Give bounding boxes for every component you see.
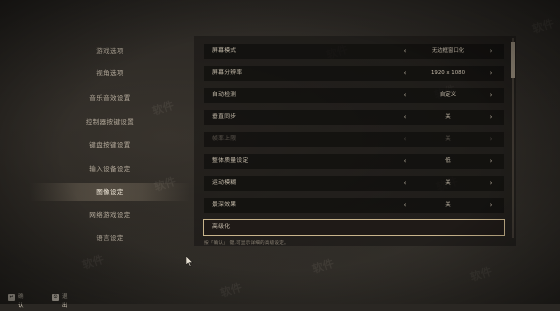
setting-row-overall-quality[interactable]: 整体质量设定 ‹ 低 › bbox=[204, 154, 504, 169]
setting-row-vsync[interactable]: 垂直同步 ‹ 关 › bbox=[204, 110, 504, 125]
setting-label: 高级化 bbox=[212, 224, 231, 230]
chevron-right-icon[interactable]: › bbox=[486, 154, 496, 169]
setting-row-screen-mode[interactable]: 屏幕模式 ‹ 无边框窗口化 › bbox=[204, 44, 504, 59]
setting-label: 垂直同步 bbox=[212, 114, 237, 120]
setting-label: 自动检测 bbox=[212, 92, 237, 98]
nav-item-graphics-settings[interactable]: 图像设定 bbox=[30, 183, 190, 201]
chevron-right-icon[interactable]: › bbox=[486, 110, 496, 125]
nav-item-game-options[interactable]: 游戏选项 bbox=[30, 42, 190, 60]
chevron-left-icon[interactable]: ‹ bbox=[400, 198, 410, 213]
setting-row-frame-limit: 帧率上限 ‹ 关 › bbox=[204, 132, 504, 147]
chevron-right-icon[interactable]: › bbox=[486, 88, 496, 103]
chevron-left-icon: ‹ bbox=[403, 135, 407, 143]
settings-scrollbar[interactable] bbox=[511, 38, 515, 238]
chevron-left-icon[interactable]: ‹ bbox=[400, 176, 410, 191]
nav-item-controller-settings[interactable]: 控制器按键设置 bbox=[30, 113, 190, 131]
scrollbar-thumb[interactable] bbox=[511, 42, 515, 78]
setting-row-motion-blur[interactable]: 运动模糊 ‹ 关 › bbox=[204, 176, 504, 191]
setting-value: 1920 x 1080 bbox=[430, 70, 466, 76]
setting-value: 关 bbox=[445, 114, 451, 120]
setting-label: 帧率上限 bbox=[212, 136, 237, 142]
nav-item-language-settings[interactable]: 语言设定 bbox=[30, 229, 190, 247]
chevron-right-icon[interactable]: › bbox=[486, 176, 496, 191]
help-hint-text: 按「确认」 键,可显示详细的高级设定。 bbox=[204, 241, 289, 246]
chevron-left-icon[interactable]: ‹ bbox=[400, 110, 410, 125]
chevron-left-icon[interactable]: ‹ bbox=[400, 154, 410, 169]
chevron-right-icon[interactable]: › bbox=[486, 198, 496, 213]
setting-label: 屏幕模式 bbox=[212, 48, 237, 54]
setting-row-auto-detect[interactable]: 自动检测 ‹ 自定义 › bbox=[204, 88, 504, 103]
setting-row-advanced[interactable]: 高级化 bbox=[203, 219, 505, 236]
chevron-left-icon[interactable]: ‹ bbox=[400, 66, 410, 81]
setting-value: 无边框窗口化 bbox=[431, 48, 465, 54]
nav-item-network-settings[interactable]: 网络游戏设定 bbox=[30, 206, 190, 224]
chevron-left-icon[interactable]: ‹ bbox=[400, 88, 410, 103]
chevron-right-icon: › bbox=[489, 135, 493, 143]
chevron-right-icon[interactable]: › bbox=[486, 44, 496, 59]
setting-value: 自定义 bbox=[439, 92, 457, 98]
nav-item-input-device[interactable]: 输入设备设定 bbox=[30, 160, 190, 178]
setting-label: 景深效果 bbox=[212, 202, 237, 208]
setting-value: 低 bbox=[445, 158, 451, 164]
nav-item-keyboard-settings[interactable]: 键盘按键设置 bbox=[30, 136, 190, 154]
setting-value: 关 bbox=[445, 136, 451, 142]
chevron-left-icon[interactable]: ‹ bbox=[400, 44, 410, 59]
setting-row-depth-of-field[interactable]: 景深效果 ‹ 关 › bbox=[204, 198, 504, 213]
setting-value: 关 bbox=[445, 202, 451, 208]
nav-item-audio-settings[interactable]: 音乐音效设置 bbox=[30, 89, 190, 107]
setting-label: 整体质量设定 bbox=[212, 158, 249, 164]
chevron-right-icon[interactable]: › bbox=[486, 66, 496, 81]
escape-key-icon: ⎋ bbox=[52, 294, 59, 301]
setting-label: 运动模糊 bbox=[212, 180, 237, 186]
graphics-settings-panel: 屏幕模式 ‹ 无边框窗口化 › 屏幕分辨率 ‹ 1920 x 1080 › 自动… bbox=[194, 36, 516, 246]
nav-item-camera-options[interactable]: 视角选项 bbox=[30, 64, 190, 82]
setting-row-resolution[interactable]: 屏幕分辨率 ‹ 1920 x 1080 › bbox=[204, 66, 504, 81]
confirm-hint[interactable]: 确认 bbox=[18, 293, 24, 311]
enter-key-icon: ↵ bbox=[8, 294, 15, 301]
exit-hint[interactable]: 退出 bbox=[62, 293, 68, 311]
setting-value: 关 bbox=[445, 180, 451, 186]
setting-label: 屏幕分辨率 bbox=[212, 70, 243, 76]
